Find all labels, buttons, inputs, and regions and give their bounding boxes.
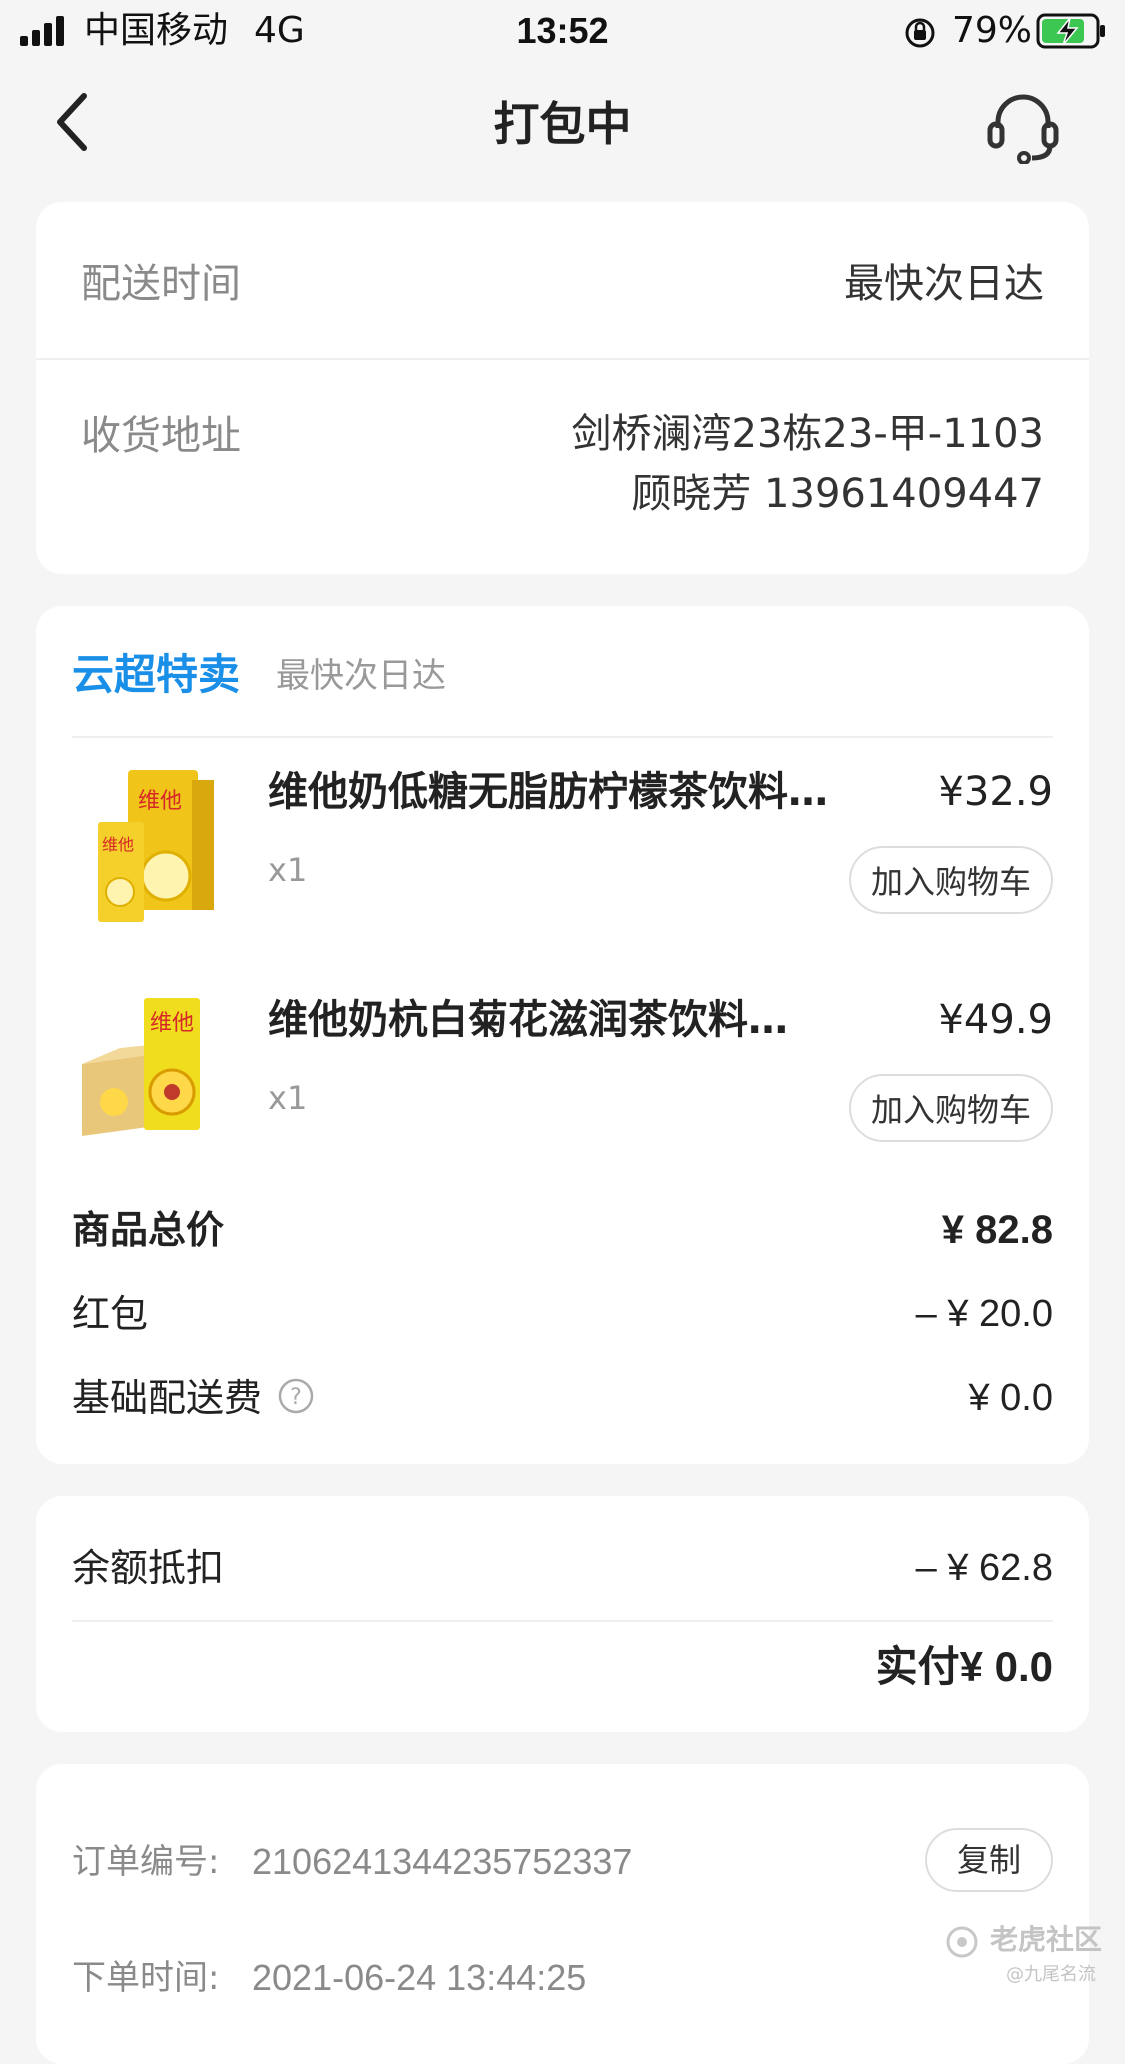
address-line1: 剑桥澜湾23栋23-甲-1103 — [571, 411, 1044, 457]
headset-icon[interactable] — [984, 86, 1062, 164]
product-price: ¥49.9 — [938, 997, 1053, 1043]
balance-deduction-value: – ¥ 62.8 — [915, 1547, 1053, 1589]
product-item[interactable]: 维他 维他奶杭白菊花滋润茶饮料… ¥49.9 x1 加入购物车 — [72, 980, 1053, 1192]
page-title: 打包中 — [493, 97, 632, 151]
product-image: 维他 维他 — [98, 770, 214, 922]
address-label: 收货地址 — [81, 413, 241, 459]
delivery-time-value: 最快次日达 — [844, 261, 1044, 307]
delivery-card: 配送时间 最快次日达 收货地址 剑桥澜湾23栋23-甲-1103 顾晓芳 139… — [36, 202, 1089, 574]
product-qty: x1 — [268, 851, 308, 889]
watermark-author: @九尾名流 — [1006, 1964, 1096, 1985]
delivery-time-label: 配送时间 — [81, 261, 241, 307]
product-qty: x1 — [268, 1079, 308, 1117]
balance-deduction-label: 余额抵扣 — [72, 1546, 225, 1590]
product-title: 维他奶杭白菊花滋润茶饮料… — [268, 997, 788, 1043]
copy-order-number-button[interactable]: 复制 — [925, 1828, 1053, 1892]
amount-paid-label: 实付 — [875, 1642, 960, 1691]
payment-card: 余额抵扣 – ¥ 62.8 实付¥ 0.0 — [36, 1496, 1089, 1732]
order-items-card: 云超特卖 最快次日达 维他 维他 维他奶低糖无脂肪柠檬茶饮料… ¥32.9 x1… — [36, 606, 1089, 1464]
store-name: 云超特卖 — [72, 650, 241, 699]
svg-text:维他: 维他 — [102, 835, 134, 854]
order-number-label: 订单编号: — [72, 1842, 220, 1882]
divider — [72, 1620, 1053, 1622]
order-time-label: 下单时间: — [72, 1958, 220, 1998]
battery-percent: 79% — [952, 10, 1033, 51]
order-info-card: 订单编号: 2106241344235752337 复制 下单时间: 2021-… — [36, 1764, 1089, 2064]
product-image: 维他 — [82, 998, 200, 1136]
coupon-value: – ¥ 20.0 — [915, 1293, 1053, 1335]
divider — [72, 736, 1053, 738]
product-price: ¥32.9 — [938, 769, 1053, 815]
subtotal-label: 商品总价 — [72, 1208, 225, 1252]
product-item[interactable]: 维他 维他 维他奶低糖无脂肪柠檬茶饮料… ¥32.9 x1 加入购物车 — [72, 752, 1053, 964]
delivery-fee-value: ¥ 0.0 — [968, 1377, 1053, 1419]
coupon-label: 红包 — [72, 1292, 149, 1336]
subtotal-value: ¥ 82.8 — [941, 1208, 1053, 1252]
battery-charging-icon — [1036, 13, 1105, 49]
svg-text:维他: 维他 — [138, 789, 182, 814]
add-to-cart-button[interactable]: 加入购物车 — [849, 1074, 1053, 1142]
svg-text:维他: 维他 — [150, 1011, 194, 1036]
order-number-value: 2106241344235752337 — [252, 1841, 633, 1882]
status-bar: 中国移动 4G 13:52 79% — [0, 0, 1125, 62]
product-title: 维他奶低糖无脂肪柠檬茶饮料… — [268, 769, 828, 815]
help-question-icon[interactable]: ? — [276, 1376, 316, 1416]
amount-paid: 实付¥ 0.0 — [876, 1636, 1053, 1698]
watermark: 老虎社区 @九尾名流 — [944, 1916, 1114, 1996]
svg-text:?: ? — [290, 1385, 302, 1410]
watermark-brand: 老虎社区 — [990, 1923, 1103, 1956]
amount-paid-value: ¥ 0.0 — [959, 1643, 1053, 1690]
store-delivery-tag: 最快次日达 — [276, 656, 446, 696]
delivery-fee-label: 基础配送费 — [72, 1376, 263, 1420]
watermark-logo-icon — [946, 1926, 978, 1958]
address-contact: 顾晓芳 13961409447 — [631, 471, 1044, 517]
divider — [36, 358, 1089, 360]
add-to-cart-button[interactable]: 加入购物车 — [849, 846, 1053, 914]
order-time-value: 2021-06-24 13:44:25 — [252, 1957, 587, 1998]
orientation-lock-icon — [905, 18, 935, 48]
